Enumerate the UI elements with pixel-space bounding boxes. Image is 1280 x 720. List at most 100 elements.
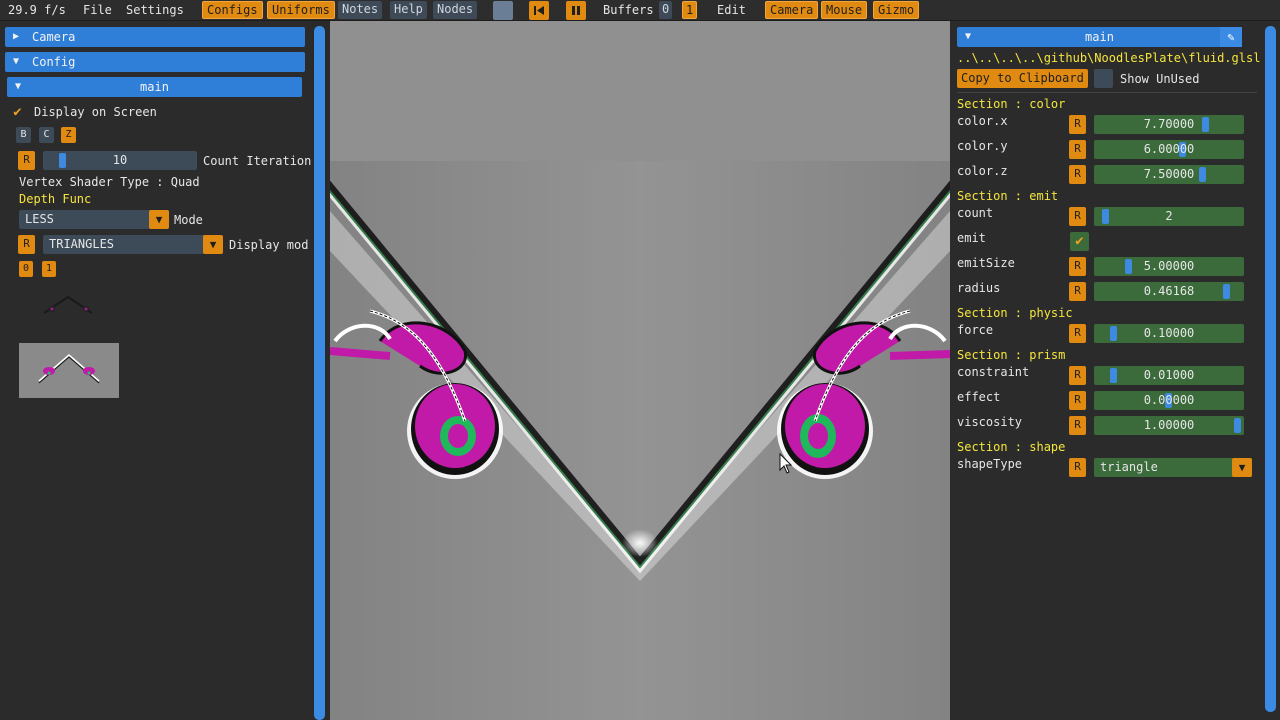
- constraint-reset-button[interactable]: R: [1069, 366, 1086, 385]
- count-reset-button[interactable]: R: [1069, 207, 1086, 226]
- radius-value: 0.46168: [1143, 284, 1195, 298]
- camera-header-label: Camera: [32, 30, 76, 44]
- emit-size-reset-button[interactable]: R: [1069, 257, 1086, 276]
- buffer-preview-thumbnail[interactable]: [19, 343, 119, 398]
- chevron-down-icon[interactable]: ▼: [1232, 458, 1252, 477]
- configs-toggle[interactable]: Configs: [202, 1, 263, 19]
- menu-edit[interactable]: Edit: [717, 0, 746, 21]
- buffer-0-button[interactable]: 0: [659, 1, 673, 19]
- shape-type-combo[interactable]: triangle ▼: [1094, 458, 1252, 477]
- shape-type-reset-button[interactable]: R: [1069, 458, 1086, 477]
- chevron-down-icon[interactable]: ▼: [203, 235, 223, 254]
- emit-size-value: 5.00000: [1143, 259, 1195, 273]
- pause-button[interactable]: [566, 1, 586, 20]
- right-panel-scrollbar[interactable]: [1265, 26, 1276, 712]
- chevron-down-icon[interactable]: ▼: [149, 210, 169, 229]
- count-iteration-reset-button[interactable]: R: [18, 151, 35, 170]
- radius-reset-button[interactable]: R: [1069, 282, 1086, 301]
- color-x-value: 7.70000: [1143, 117, 1195, 131]
- show-unused-label: Show UnUsed: [1120, 72, 1200, 86]
- main-config-header-label: main: [140, 80, 169, 94]
- nodes-toggle[interactable]: Nodes: [433, 1, 478, 19]
- camera-toggle[interactable]: Camera: [765, 1, 819, 19]
- buffer-1-preview-button[interactable]: 1: [42, 261, 56, 277]
- expanded-arrow-icon: ▼: [13, 56, 20, 67]
- checkmark-icon[interactable]: ✔: [8, 103, 27, 122]
- display-mode-label: Display mod: [229, 238, 309, 252]
- buffers-label: Buffers: [603, 3, 654, 17]
- constraint-slider[interactable]: 0.01000: [1094, 366, 1244, 385]
- notes-toggle[interactable]: Notes: [338, 1, 383, 19]
- display-mode-value: TRIANGLES: [49, 237, 115, 251]
- pause-icon: [572, 6, 580, 15]
- force-slider[interactable]: 0.10000: [1094, 324, 1244, 343]
- emit-checkbox[interactable]: ✔: [1070, 232, 1089, 251]
- radius-slider[interactable]: 0.46168: [1094, 282, 1244, 301]
- viscosity-reset-button[interactable]: R: [1069, 416, 1086, 435]
- effect-reset-button[interactable]: R: [1069, 391, 1086, 410]
- color-y-reset-button[interactable]: R: [1069, 140, 1086, 159]
- menu-file[interactable]: File: [83, 0, 112, 21]
- menu-bar: 29.9 f/s File Settings Configs Uniforms …: [0, 0, 1280, 21]
- gizmo-toggle[interactable]: Gizmo: [873, 1, 920, 19]
- color-y-slider[interactable]: 6.00000: [1094, 140, 1244, 159]
- color-z-reset-button[interactable]: R: [1069, 165, 1086, 184]
- config-header[interactable]: ▼ Config: [5, 52, 305, 72]
- count-iteration-slider[interactable]: 10: [43, 151, 197, 170]
- camera-header[interactable]: ▶ Camera: [5, 27, 305, 47]
- constraint-label: constraint: [957, 365, 1030, 379]
- left-panel-scrollbar[interactable]: [314, 26, 325, 720]
- b-button[interactable]: B: [16, 127, 31, 143]
- copy-to-clipboard-button[interactable]: Copy to Clipboard: [957, 69, 1088, 88]
- show-unused-checkbox[interactable]: [1094, 69, 1113, 88]
- viscosity-value: 1.00000: [1143, 418, 1195, 432]
- edit-pencil-icon[interactable]: ✎: [1220, 27, 1242, 47]
- emit-size-slider[interactable]: 5.00000: [1094, 257, 1244, 276]
- help-toggle[interactable]: Help: [390, 1, 427, 19]
- emit-size-label: emitSize: [957, 256, 1015, 270]
- depth-mode-value: LESS: [25, 212, 54, 226]
- main-config-header[interactable]: ▼ main: [7, 77, 302, 97]
- color-z-slider[interactable]: 7.50000: [1094, 165, 1244, 184]
- uniforms-toggle[interactable]: Uniforms: [267, 1, 335, 19]
- color-z-label: color.z: [957, 164, 1008, 178]
- effect-label: effect: [957, 390, 1001, 404]
- buffer-0-preview-button[interactable]: 0: [19, 261, 33, 277]
- uniforms-panel: ▼ main ✎ ..\..\..\..\github\NoodlesPlate…: [950, 21, 1280, 720]
- count-label: count: [957, 206, 994, 220]
- color-swatch[interactable]: [493, 1, 513, 20]
- force-reset-button[interactable]: R: [1069, 324, 1086, 343]
- depth-mode-combo[interactable]: LESS ▼: [19, 210, 169, 229]
- shape-type-label: shapeType: [957, 457, 1023, 471]
- display-mode-combo[interactable]: TRIANGLES ▼: [43, 235, 223, 254]
- rewind-button[interactable]: [529, 1, 549, 20]
- shape-type-value: triangle: [1100, 460, 1158, 474]
- color-y-label: color.y: [957, 139, 1008, 153]
- count-slider[interactable]: 2: [1094, 207, 1244, 226]
- mouse-toggle[interactable]: Mouse: [821, 1, 868, 19]
- effect-slider[interactable]: 0.00000: [1094, 391, 1244, 410]
- fluid-preview-image: [38, 354, 100, 384]
- z-button[interactable]: Z: [61, 127, 76, 143]
- force-value: 0.10000: [1143, 326, 1195, 340]
- color-y-value: 6.00000: [1143, 142, 1195, 156]
- c-button[interactable]: C: [39, 127, 54, 143]
- divider: [957, 92, 1257, 93]
- color-x-slider[interactable]: 7.70000: [1094, 115, 1244, 134]
- uniforms-main-header-label: main: [1085, 30, 1114, 44]
- mini-buffer-thumbnail[interactable]: [40, 293, 100, 319]
- viscosity-slider[interactable]: 1.00000: [1094, 416, 1244, 435]
- uniforms-main-header[interactable]: ▼ main ✎: [957, 27, 1242, 47]
- color-z-value: 7.50000: [1143, 167, 1195, 181]
- config-panel: ▶ Camera ▼ Config ▼ main ✔ Display on Sc…: [0, 21, 325, 720]
- fps-counter: 29.9 f/s: [8, 3, 66, 17]
- display-on-screen-label: Display on Screen: [34, 105, 157, 119]
- shader-viewport[interactable]: [330, 21, 950, 720]
- shader-file-path: ..\..\..\..\github\NoodlesPlate\fluid.gl…: [957, 51, 1261, 65]
- count-iteration-value: 10: [112, 153, 128, 167]
- buffer-1-button[interactable]: 1: [682, 1, 698, 19]
- display-mode-reset-button[interactable]: R: [18, 235, 35, 254]
- color-x-reset-button[interactable]: R: [1069, 115, 1086, 134]
- menu-settings[interactable]: Settings: [126, 0, 184, 21]
- count-value: 2: [1165, 209, 1173, 223]
